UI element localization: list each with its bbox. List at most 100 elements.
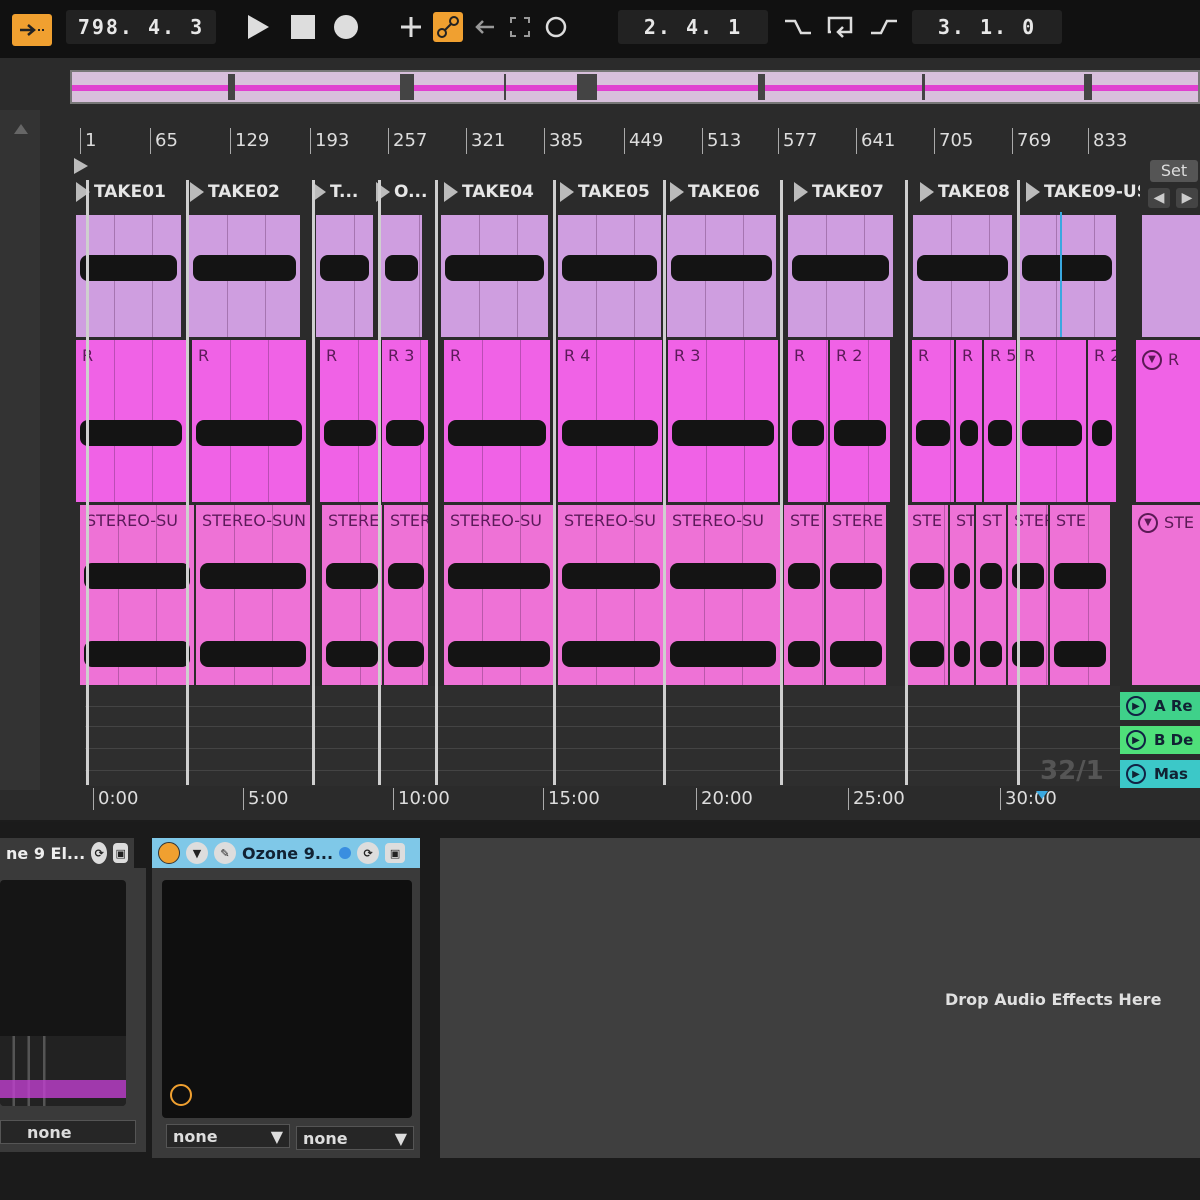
- track2-clip[interactable]: R: [912, 340, 954, 502]
- play-icon[interactable]: [243, 12, 273, 42]
- track2-clip[interactable]: R: [76, 340, 186, 502]
- locator-5[interactable]: TAKE04: [444, 180, 554, 204]
- add-icon[interactable]: [396, 12, 426, 42]
- track3-clip[interactable]: STER: [384, 505, 428, 685]
- back-icon[interactable]: [470, 12, 500, 42]
- automation-icon[interactable]: [433, 12, 463, 42]
- track3-clip[interactable]: ST: [976, 505, 1006, 685]
- beat-ruler[interactable]: 1 65 129 193 257 321 385 449 513 577 641 705 769 833: [70, 128, 1150, 158]
- device1-save-icon[interactable]: ▣: [113, 843, 128, 863]
- punch-out-icon[interactable]: [866, 12, 902, 42]
- locator-3[interactable]: T...: [312, 180, 372, 204]
- track1-clip[interactable]: [76, 215, 181, 337]
- track2-clip[interactable]: R 4: [558, 340, 662, 502]
- arrangement-overview[interactable]: [70, 70, 1200, 104]
- loop-length[interactable]: 3. 1. 0: [912, 10, 1062, 44]
- track3-clip[interactable]: STEREO-SU: [80, 505, 194, 685]
- locator-7[interactable]: TAKE06: [670, 180, 780, 204]
- track1-header[interactable]: [1142, 215, 1200, 337]
- device2-header[interactable]: ▼ ✎ Ozone 9... ⟳ ▣: [152, 838, 420, 868]
- device1-header[interactable]: ne 9 El... ⟳ ▣: [0, 838, 134, 868]
- track1-clip[interactable]: [1018, 215, 1116, 337]
- track-play-icon[interactable]: ▶: [1126, 696, 1146, 716]
- track2-header[interactable]: ▼ R: [1136, 340, 1200, 502]
- loop-icon[interactable]: [822, 12, 858, 42]
- track3-clip[interactable]: STERE: [1008, 505, 1048, 685]
- track2-clip[interactable]: R: [788, 340, 828, 502]
- track3-clip[interactable]: STE: [1050, 505, 1110, 685]
- time-tick: 15:00: [543, 788, 600, 810]
- locator-2[interactable]: TAKE02: [190, 180, 306, 204]
- track3-clip[interactable]: STERE: [826, 505, 886, 685]
- punch-in-icon[interactable]: [780, 12, 816, 42]
- track1-clip[interactable]: [913, 215, 1012, 337]
- return-track[interactable]: ▶ B De: [1120, 726, 1200, 754]
- track1-clip[interactable]: [316, 215, 373, 337]
- track1-clip[interactable]: [381, 215, 422, 337]
- device2-power-icon[interactable]: [158, 842, 180, 864]
- track2-clip[interactable]: R 2: [1088, 340, 1116, 502]
- device1-hotswap-icon[interactable]: ⟳: [91, 842, 108, 864]
- record-icon[interactable]: [331, 12, 361, 42]
- track1-clip[interactable]: [558, 215, 661, 337]
- track3-header[interactable]: ▼ STE: [1132, 505, 1200, 685]
- stop-icon[interactable]: [288, 12, 318, 42]
- locator-1[interactable]: TAKE01: [76, 180, 186, 204]
- device2-select-a[interactable]: none ▼: [166, 1124, 290, 1148]
- follow-icon[interactable]: [12, 14, 52, 46]
- track3-clip[interactable]: STEREO-SU: [444, 505, 554, 685]
- device2-save-icon[interactable]: ▣: [385, 843, 406, 863]
- track2-clip[interactable]: R: [320, 340, 380, 502]
- track2-clip[interactable]: R: [1018, 340, 1086, 502]
- clip-label: STERE: [832, 511, 884, 530]
- locator-10[interactable]: TAKE09-US: [1026, 180, 1140, 204]
- return-track[interactable]: ▶ Mas: [1120, 760, 1200, 788]
- track2-clip[interactable]: R: [192, 340, 306, 502]
- device1-select[interactable]: none: [0, 1120, 136, 1144]
- track2-clip[interactable]: R 5: [984, 340, 1016, 502]
- device2-select-b[interactable]: none ▼: [296, 1126, 414, 1150]
- bar-tick: 65: [150, 128, 178, 154]
- fold-icon[interactable]: ▼: [1142, 350, 1162, 370]
- left-scroll-panel[interactable]: [0, 110, 40, 790]
- fold-icon[interactable]: ▼: [1138, 513, 1158, 533]
- locator-9[interactable]: TAKE08: [920, 180, 1020, 204]
- loop-start-marker-icon[interactable]: [74, 158, 88, 174]
- next-locator-icon[interactable]: ▶: [1176, 188, 1198, 208]
- track2-clip[interactable]: R 2: [830, 340, 890, 502]
- scroll-up-icon[interactable]: [14, 124, 28, 134]
- wrench-icon[interactable]: ✎: [214, 842, 236, 864]
- time-ruler[interactable]: 0:00 5:00 10:00 15:00 20:00 25:00 30:00: [85, 788, 1125, 814]
- locator-8[interactable]: TAKE07: [794, 180, 914, 204]
- track-play-icon[interactable]: ▶: [1126, 764, 1146, 784]
- capture-icon[interactable]: [505, 12, 535, 42]
- track2-clip[interactable]: R: [444, 340, 550, 502]
- track3-clip[interactable]: STERE: [322, 505, 382, 685]
- track2-clip[interactable]: R 3: [382, 340, 428, 502]
- track1-clip[interactable]: [788, 215, 893, 337]
- track-play-icon[interactable]: ▶: [1126, 730, 1146, 750]
- punch-in-position[interactable]: 2. 4. 1: [618, 10, 768, 44]
- device2-hotswap-icon[interactable]: ⟳: [357, 842, 380, 864]
- set-locator-button[interactable]: Set: [1150, 160, 1198, 182]
- track3-clip[interactable]: STEREO-SUN: [196, 505, 310, 685]
- playhead-icon[interactable]: [1036, 791, 1048, 799]
- time-tick: 20:00: [696, 788, 753, 810]
- locator-4[interactable]: O...: [376, 180, 436, 204]
- track3-clip[interactable]: STE: [906, 505, 948, 685]
- loop-circle-icon[interactable]: [541, 12, 571, 42]
- device2-fold-icon[interactable]: ▼: [186, 842, 208, 864]
- prev-locator-icon[interactable]: ◀: [1148, 188, 1170, 208]
- track3-clip[interactable]: STEREO-SU: [666, 505, 780, 685]
- locator-6[interactable]: TAKE05: [560, 180, 665, 204]
- track1-clip[interactable]: [189, 215, 300, 337]
- track2-clip[interactable]: R 3: [668, 340, 778, 502]
- return-track[interactable]: ▶ A Re: [1120, 692, 1200, 720]
- track3-clip[interactable]: ST: [950, 505, 974, 685]
- track3-clip[interactable]: STE: [784, 505, 824, 685]
- track2-clip[interactable]: R: [956, 340, 982, 502]
- song-position[interactable]: 798. 4. 3: [66, 10, 216, 44]
- track1-clip[interactable]: [667, 215, 776, 337]
- track1-clip[interactable]: [441, 215, 548, 337]
- track3-clip[interactable]: STEREO-SU: [558, 505, 664, 685]
